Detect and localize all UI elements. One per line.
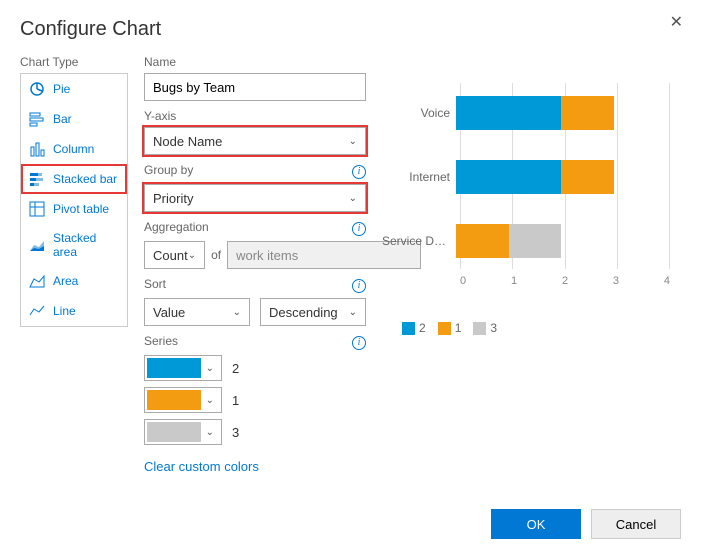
bar-label: Service Del... xyxy=(382,234,456,248)
sort-by-value: Value xyxy=(153,305,185,320)
legend-item-2: 3 xyxy=(490,321,497,335)
name-label: Name xyxy=(144,55,366,69)
chart-type-label-stacked-bar: Stacked bar xyxy=(53,172,117,186)
chart-type-pie[interactable]: Pie xyxy=(21,74,127,104)
group-value: Priority xyxy=(153,191,193,206)
bar-segment xyxy=(561,96,614,130)
chart-type-label-column: Column xyxy=(53,142,94,156)
chevron-down-icon: ⌄ xyxy=(349,307,357,318)
chart-type-label-bar: Bar xyxy=(53,112,72,126)
series-color-0[interactable]: ⌄ xyxy=(144,355,222,381)
series-label-2: 3 xyxy=(232,425,239,440)
yaxis-select[interactable]: Node Name ⌄ xyxy=(144,127,366,155)
chart-type-column[interactable]: Column xyxy=(21,134,127,164)
chart-type-label-stacked-area: Stacked area xyxy=(53,231,119,259)
bar-segment xyxy=(509,224,562,258)
dialog-title: Configure Chart xyxy=(0,0,701,41)
chevron-down-icon: ⌄ xyxy=(206,395,214,406)
chevron-down-icon: ⌄ xyxy=(206,427,214,438)
chevron-down-icon: ⌄ xyxy=(206,363,214,374)
series-color-2[interactable]: ⌄ xyxy=(144,419,222,445)
chart-type-area[interactable]: Area xyxy=(21,266,127,296)
info-icon[interactable]: i xyxy=(352,336,366,350)
sort-dir-select[interactable]: Descending ⌄ xyxy=(260,298,366,326)
legend-item-0: 2 xyxy=(419,321,426,335)
series-label: Series xyxy=(144,334,178,348)
chart-type-bar[interactable]: Bar xyxy=(21,104,127,134)
chart-type-label-line: Line xyxy=(53,304,76,318)
name-input[interactable] xyxy=(144,73,366,101)
agg-select[interactable]: Count ⌄ xyxy=(144,241,205,269)
column-icon xyxy=(29,141,45,157)
chart-legend: 2 1 3 xyxy=(402,321,681,335)
area-icon xyxy=(29,273,45,289)
chart-type-stacked-area[interactable]: Stacked area xyxy=(21,224,127,266)
bar-icon xyxy=(29,111,45,127)
group-select[interactable]: Priority ⌄ xyxy=(144,184,366,212)
chart-type-pivot-table[interactable]: Pivot table xyxy=(21,194,127,224)
chevron-down-icon: ⌄ xyxy=(188,250,196,261)
pivot-table-icon xyxy=(29,201,45,217)
info-icon[interactable]: i xyxy=(352,279,366,293)
bar-label: Voice xyxy=(382,106,456,120)
bar-segment xyxy=(456,160,561,194)
sort-by-select[interactable]: Value ⌄ xyxy=(144,298,250,326)
chart-type-label: Chart Type xyxy=(20,55,128,69)
ok-button[interactable]: OK xyxy=(491,509,581,539)
agg-value: Count xyxy=(153,248,188,263)
series-color-1[interactable]: ⌄ xyxy=(144,387,222,413)
stacked-area-icon xyxy=(29,237,45,253)
agg-of: of xyxy=(211,248,221,262)
chevron-down-icon: ⌄ xyxy=(349,193,357,204)
info-icon[interactable]: i xyxy=(352,165,366,179)
close-icon[interactable]: ✕ xyxy=(670,12,683,32)
chart-type-line[interactable]: Line xyxy=(21,296,127,326)
chevron-down-icon: ⌄ xyxy=(233,307,241,318)
bar-segment xyxy=(561,160,614,194)
bar-label: Internet xyxy=(382,170,456,184)
chart-type-label-area: Area xyxy=(53,274,78,288)
series-label-1: 1 xyxy=(232,393,239,408)
stacked-bar-icon xyxy=(29,171,45,187)
yaxis-value: Node Name xyxy=(153,134,222,149)
clear-colors-link[interactable]: Clear custom colors xyxy=(144,459,259,474)
info-icon[interactable]: i xyxy=(352,222,366,236)
series-label-0: 2 xyxy=(232,361,239,376)
chart-type-label-pivot: Pivot table xyxy=(53,202,109,216)
chart-preview: VoiceInternetService Del... 01234 xyxy=(382,73,672,293)
sort-label: Sort xyxy=(144,277,166,291)
chart-type-label-pie: Pie xyxy=(53,82,70,96)
bar-segment xyxy=(456,224,509,258)
chevron-down-icon: ⌄ xyxy=(349,136,357,147)
cancel-button[interactable]: Cancel xyxy=(591,509,681,539)
agg-label: Aggregation xyxy=(144,220,209,234)
sort-dir-value: Descending xyxy=(269,305,338,320)
chart-type-list: Pie Bar Column Stacked bar Pivot table S… xyxy=(20,73,128,327)
pie-icon xyxy=(29,81,45,97)
chart-type-stacked-bar[interactable]: Stacked bar xyxy=(21,164,127,194)
yaxis-label: Y-axis xyxy=(144,109,366,123)
bar-segment xyxy=(456,96,561,130)
group-label: Group by xyxy=(144,163,193,177)
line-icon xyxy=(29,303,45,319)
legend-item-1: 1 xyxy=(455,321,462,335)
